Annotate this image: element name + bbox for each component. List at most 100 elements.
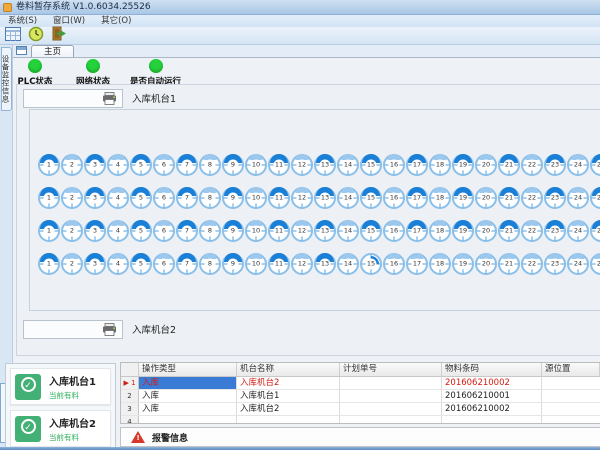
slot-number: 19 (458, 259, 469, 270)
reel-slot-1-4: 4 (107, 154, 129, 176)
slot-number: 13 (320, 226, 331, 237)
column-header[interactable]: 操作类型 (139, 363, 237, 376)
table-cell[interactable] (237, 416, 340, 424)
toolbar-button-exit[interactable] (49, 27, 69, 44)
reel-slot-3-20: 20 (475, 220, 497, 242)
status-indicator-row: PLC状态网络状态是否自动运行 (14, 59, 197, 87)
slot-number: 21 (504, 160, 515, 171)
side-tab-monitor[interactable]: 设备监控信息 (1, 47, 12, 111)
table-cell[interactable]: 201606210001 (442, 390, 542, 402)
slot-number: 23 (550, 193, 561, 204)
reel-slot-3-8: 8 (199, 220, 221, 242)
app-icon (3, 3, 12, 12)
slot-number: 21 (504, 226, 515, 237)
reel-slot-1-5: 5 (130, 154, 152, 176)
table-row[interactable]: 3入库入库机台2201606210002 (121, 403, 600, 416)
slot-number: 17 (412, 193, 423, 204)
reel-slot-2-1: 1 (38, 187, 60, 209)
slot-number: 13 (320, 160, 331, 171)
slot-number: 14 (343, 259, 354, 270)
slot-number: 2 (67, 160, 78, 171)
reel-slot-4-24: 24 (567, 253, 589, 275)
toolbar-button-calendar[interactable] (3, 27, 23, 44)
reel-slot-4-21: 21 (498, 253, 520, 275)
reel-slot-1-18: 18 (429, 154, 451, 176)
reel-slot-4-9: 9 (222, 253, 244, 275)
table-cell[interactable]: 入库 (139, 403, 237, 415)
reel-slot-1-15: 15 (360, 154, 382, 176)
table-cell[interactable] (340, 377, 442, 389)
column-header[interactable]: 机台名称 (237, 363, 340, 376)
slot-number: 1 (44, 226, 55, 237)
reel-slot-3-15: 15 (360, 220, 382, 242)
reel-slot-3-9: 9 (222, 220, 244, 242)
reel-slot-1-3: 3 (84, 154, 106, 176)
table-cell[interactable] (542, 403, 600, 415)
row-header: 2 (121, 390, 139, 402)
row-header: 4 (121, 416, 139, 424)
slot-number: 12 (297, 226, 308, 237)
reel-slot-2-16: 16 (383, 187, 405, 209)
column-header[interactable]: 物料条码 (442, 363, 542, 376)
toolbar-button-clock[interactable] (26, 27, 46, 44)
table-cell[interactable] (340, 416, 442, 424)
table-cell[interactable] (442, 416, 542, 424)
column-header[interactable]: 源位置 (542, 363, 600, 376)
table-cell[interactable]: 201606210002 (442, 403, 542, 415)
slot-number: 1 (44, 259, 55, 270)
slot-number: 9 (228, 193, 239, 204)
window-icon (16, 46, 27, 55)
reel-slot-1-13: 13 (314, 154, 336, 176)
reel-slot-2-5: 5 (130, 187, 152, 209)
table-cell[interactable] (139, 416, 237, 424)
status-indicator-3: 是否自动运行 (130, 59, 181, 87)
table-cell[interactable] (340, 403, 442, 415)
table-row[interactable]: 4 (121, 416, 600, 424)
machine-card-1: ✓入库机台1当前有料 (10, 368, 111, 405)
table-cell[interactable]: 入库 (139, 377, 237, 389)
table-row[interactable]: 2入库入库机台1 201606210001 (121, 390, 600, 403)
print-button-station1[interactable] (23, 89, 123, 108)
reel-slot-2-17: 17 (406, 187, 428, 209)
reel-slot-4-7: 7 (176, 253, 198, 275)
slot-number: 17 (412, 160, 423, 171)
reel-slot-1-21: 21 (498, 154, 520, 176)
slot-number: 6 (159, 259, 170, 270)
slot-number: 18 (435, 160, 446, 171)
column-header[interactable]: 计划单号 (340, 363, 442, 376)
slot-number: 8 (205, 259, 216, 270)
table-cell[interactable]: 入库 (139, 390, 237, 402)
reel-slot-4-17: 17 (406, 253, 428, 275)
reel-slot-1-10: 10 (245, 154, 267, 176)
table-cell[interactable]: 入库机台2 (237, 377, 340, 389)
reel-slot-1-6: 6 (153, 154, 175, 176)
tab-home[interactable]: 主页 (31, 45, 74, 57)
table-cell[interactable] (542, 416, 600, 424)
reel-slot-1-9: 9 (222, 154, 244, 176)
slot-number: 24 (573, 160, 584, 171)
print-button-station2[interactable] (23, 320, 123, 339)
table-cell[interactable]: 入库机台2 (237, 403, 340, 415)
menu-item-other[interactable]: 其它(O) (93, 15, 139, 27)
reel-slot-2-6: 6 (153, 187, 175, 209)
reel-slot-3-11: 11 (268, 220, 290, 242)
status-light-icon (149, 59, 163, 73)
reel-slot-2-7: 7 (176, 187, 198, 209)
slot-number: 22 (527, 160, 538, 171)
table-cell[interactable] (340, 390, 442, 402)
table-cell[interactable] (542, 377, 600, 389)
slot-number: 13 (320, 193, 331, 204)
slot-number: 5 (136, 226, 147, 237)
table-cell[interactable]: 201606210002 (442, 377, 542, 389)
slot-number: 17 (412, 226, 423, 237)
slot-number: 19 (458, 160, 469, 171)
table-cell[interactable] (542, 390, 600, 402)
reel-slot-1-12: 12 (291, 154, 313, 176)
reel-slot-3-19: 19 (452, 220, 474, 242)
reel-slot-3-18: 18 (429, 220, 451, 242)
table-cell[interactable]: 入库机台1 (237, 390, 340, 402)
slot-number: 11 (274, 160, 285, 171)
machine-status-panel: ✓入库机台1当前有料✓入库机台2当前有料 (5, 363, 116, 450)
table-row[interactable]: ▶ 1入库入库机台2201606210002 (121, 377, 600, 390)
slot-number: 23 (550, 160, 561, 171)
